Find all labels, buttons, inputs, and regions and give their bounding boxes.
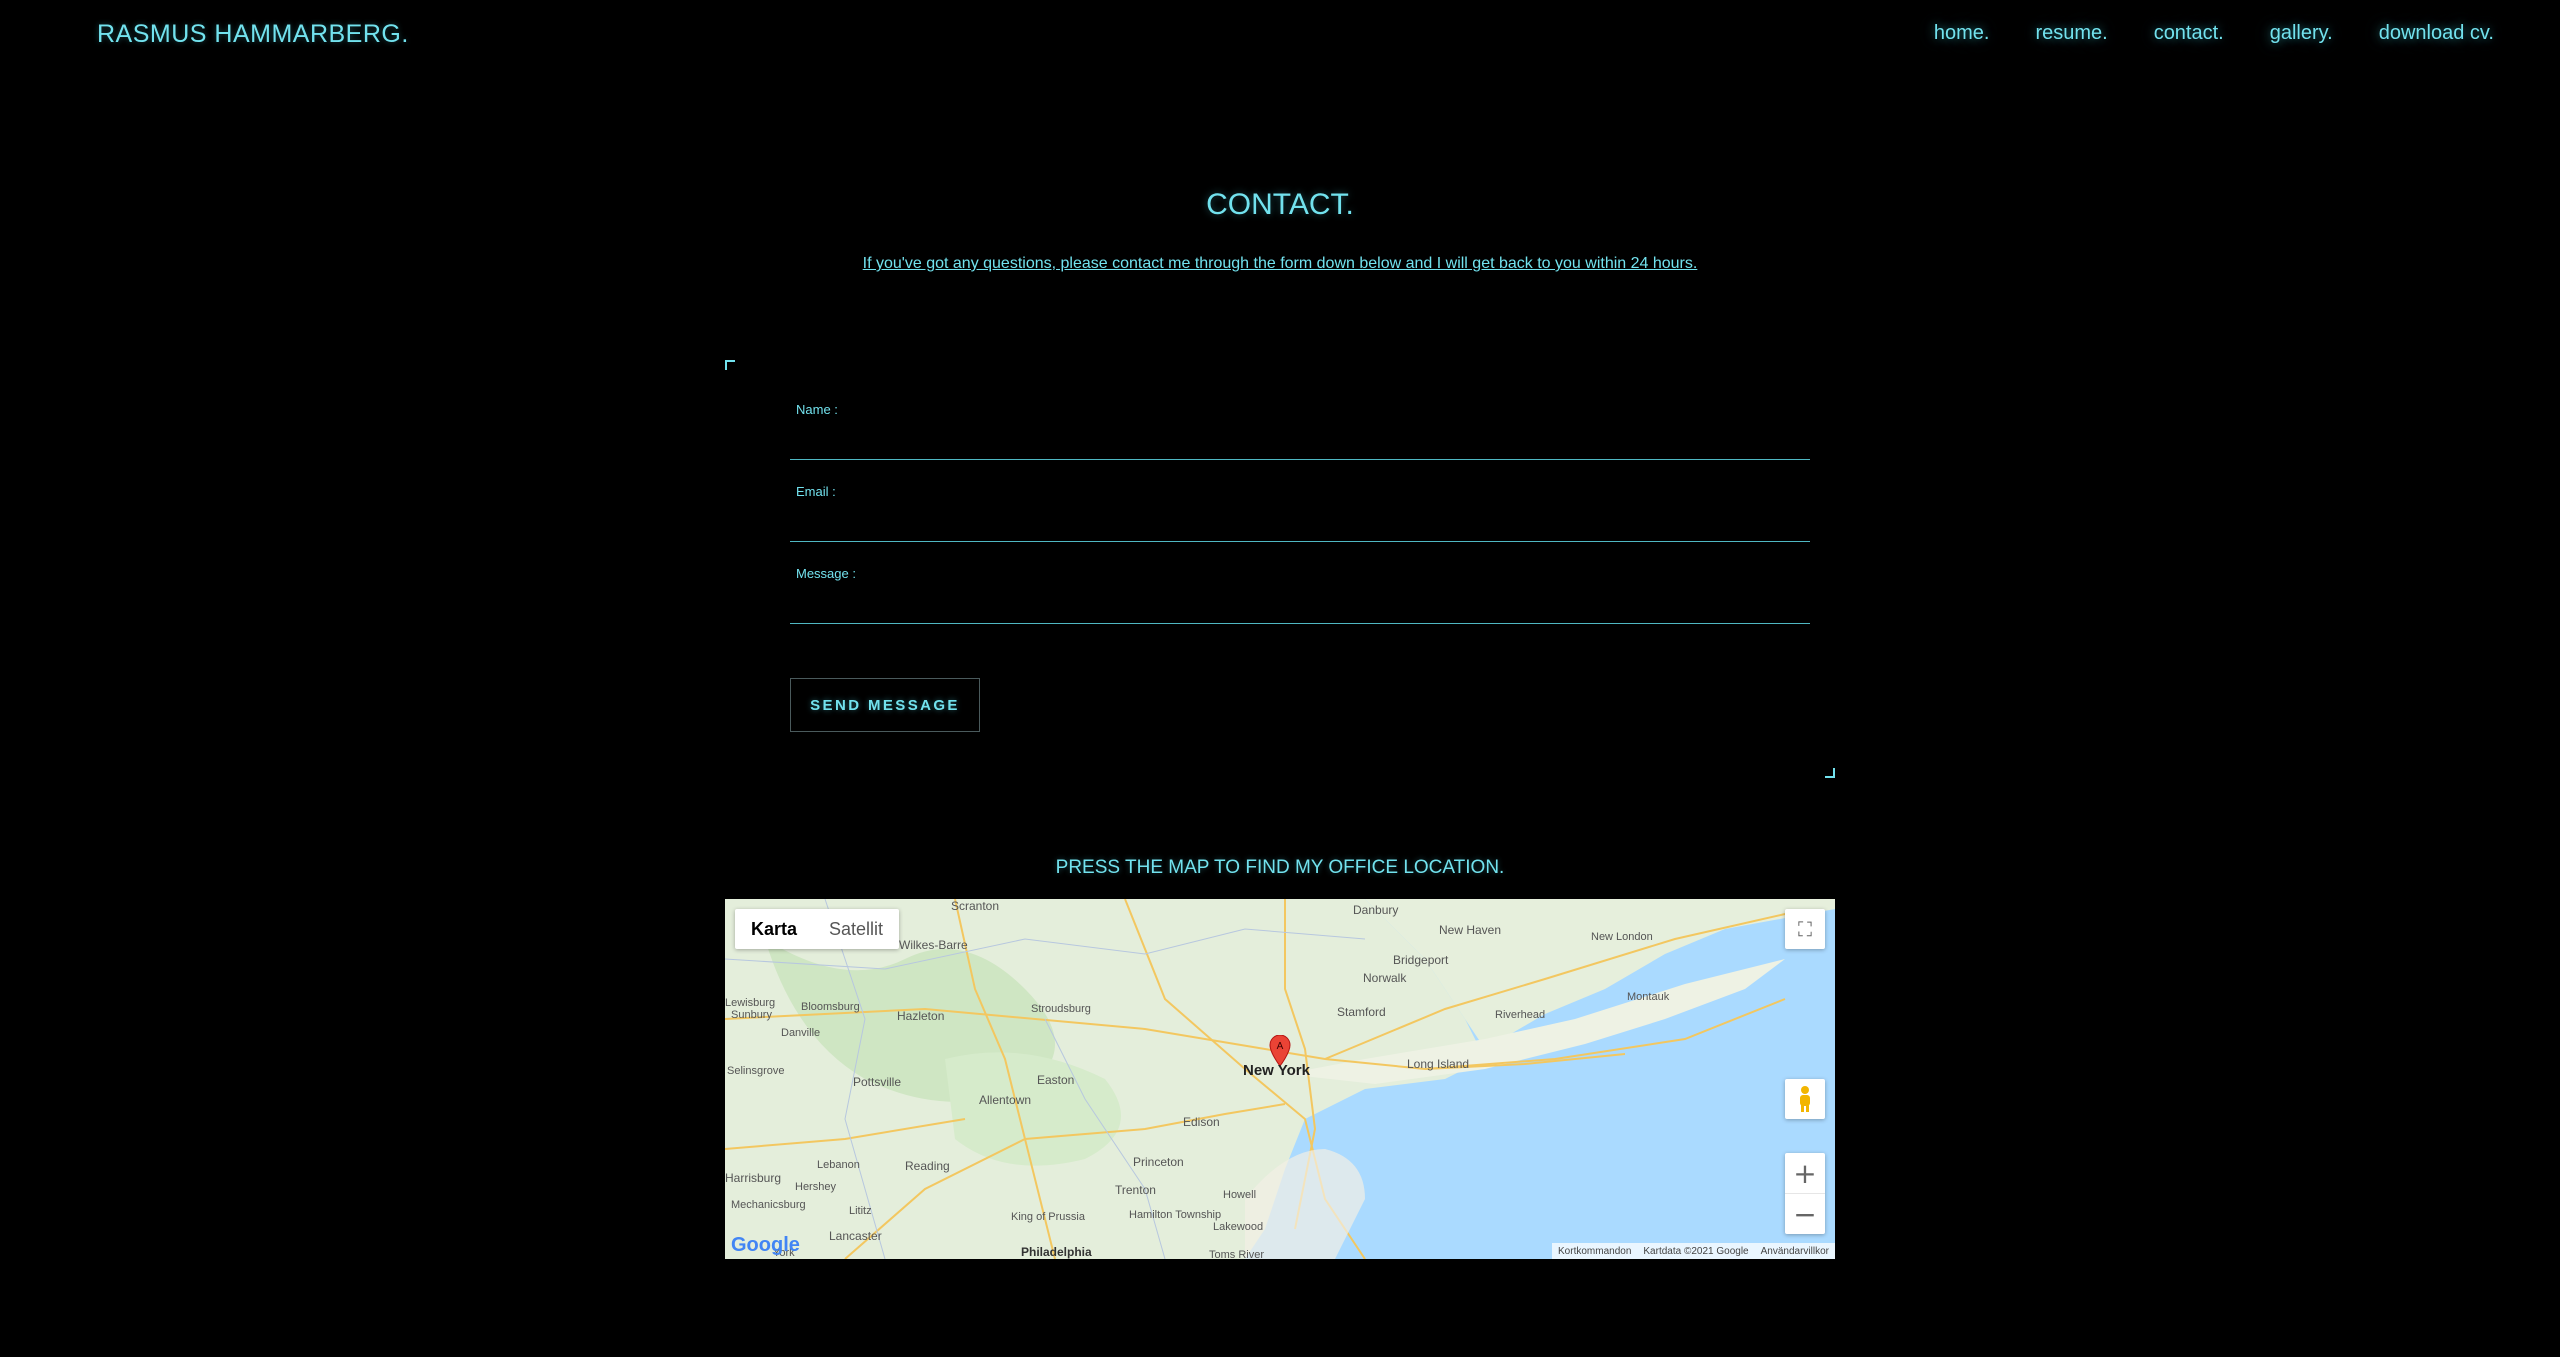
nav-link-download-cv[interactable]: download cv. — [2379, 22, 2494, 45]
map-city-wilkes-barre: Wilkes-Barre — [899, 938, 968, 952]
contact-form: Name : Email : Message : SEND MESSAGE — [725, 360, 1835, 778]
map-city-easton: Easton — [1037, 1073, 1075, 1087]
map-city-stamford: Stamford — [1337, 1005, 1386, 1019]
map-city-philadelphia: Philadelphia — [1021, 1245, 1092, 1259]
frame-corner-top-left — [725, 360, 735, 370]
nav-link-home[interactable]: home. — [1934, 22, 1990, 45]
google-logo: Google — [731, 1234, 800, 1256]
map-city-mechanicsburg: Mechanicsburg — [731, 1199, 806, 1211]
map-city-danbury: Danbury — [1353, 903, 1399, 917]
top-navigation: RASMUS HAMMARBERG. home. resume. contact… — [0, 0, 2560, 72]
name-input[interactable] — [790, 426, 1810, 460]
map-city-lakewood: Lakewood — [1213, 1221, 1264, 1233]
map-city-howell: Howell — [1223, 1189, 1257, 1201]
send-message-button[interactable]: SEND MESSAGE — [790, 678, 980, 732]
name-field-group: Name : — [790, 402, 1810, 460]
map-city-sunbury: Sunbury — [731, 1009, 772, 1021]
message-label: Message : — [796, 566, 856, 581]
map-city-scranton: Scranton — [951, 899, 1000, 913]
map-city-long-island: Long Island — [1407, 1057, 1470, 1071]
google-map[interactable]: Karta Satellit ⛶ + − A New York Scranton… — [725, 899, 1835, 1259]
map-city-stroudsburg: Stroudsburg — [1031, 1003, 1091, 1015]
map-city-hamilton-township: Hamilton Township — [1129, 1209, 1222, 1221]
map-city-king-of-prussia: King of Prussia — [1011, 1211, 1085, 1223]
message-input[interactable] — [790, 590, 1810, 624]
map-heading: PRESS THE MAP TO FIND MY OFFICE LOCATION… — [1055, 857, 1505, 878]
map-city-montauk: Montauk — [1627, 991, 1670, 1003]
map-city-new-haven: New Haven — [1439, 923, 1502, 937]
map-city-norwalk: Norwalk — [1363, 971, 1407, 985]
map-type-control: Karta Satellit — [735, 909, 900, 949]
nav-links: home. resume. contact. gallery. download… — [1888, 22, 2494, 45]
map-city-princeton: Princeton — [1133, 1155, 1184, 1169]
marker-letter: A — [1277, 1041, 1284, 1052]
nav-link-resume[interactable]: resume. — [2035, 22, 2107, 45]
map-city-harrisburg: Harrisburg — [725, 1171, 782, 1185]
zoom-out-button[interactable]: − — [1785, 1194, 1825, 1234]
fullscreen-icon: ⛶ — [1798, 917, 1812, 941]
map-city-hershey: Hershey — [795, 1181, 836, 1193]
pegman-icon — [1800, 1086, 1810, 1112]
map-city-danville: Danville — [781, 1027, 821, 1039]
map-city-reading: Reading — [905, 1159, 950, 1173]
site-brand[interactable]: RASMUS HAMMARBERG. — [97, 20, 409, 49]
plus-icon: + — [1793, 1156, 1817, 1190]
map-city-hazleton: Hazleton — [897, 1009, 945, 1023]
map-city-new-london: New London — [1591, 931, 1653, 943]
map-city-lewisburg: Lewisburg — [725, 997, 776, 1009]
map-city-lititz: Lititz — [849, 1205, 872, 1217]
map-city-bridgeport: Bridgeport — [1393, 953, 1449, 967]
map-city-bloomsburg: Bloomsburg — [801, 1001, 860, 1013]
email-field-group: Email : — [790, 484, 1810, 542]
map-city-pottsville: Pottsville — [853, 1075, 902, 1089]
map-city-edison: Edison — [1183, 1115, 1220, 1129]
page-subtitle: If you've got any questions, please cont… — [862, 255, 1698, 272]
map-city-lancaster: Lancaster — [829, 1229, 882, 1243]
map-city-trenton: Trenton — [1115, 1183, 1156, 1197]
message-field-group: Message : — [790, 566, 1810, 624]
zoom-controls: + − — [1785, 1153, 1825, 1234]
map-city-riverhead: Riverhead — [1495, 1009, 1546, 1021]
keyboard-shortcuts-link[interactable]: Kortkommandon — [1552, 1246, 1637, 1257]
map-city-toms-river: Toms River — [1209, 1249, 1265, 1259]
name-label: Name : — [796, 402, 838, 417]
map-attribution: Kortkommandon Kartdata ©2021 Google Anvä… — [1552, 1243, 1835, 1259]
map-city-allentown: Allentown — [979, 1093, 1032, 1107]
map-city-new-york: New York — [1243, 1062, 1310, 1079]
map-city-selinsgrove: Selinsgrove — [727, 1065, 785, 1077]
terms-of-use-link[interactable]: Användarvillkor — [1755, 1246, 1835, 1257]
zoom-in-button[interactable]: + — [1785, 1153, 1825, 1194]
nav-link-contact[interactable]: contact. — [2154, 22, 2224, 45]
map-type-satellite-button[interactable]: Satellit — [813, 909, 899, 949]
fullscreen-button[interactable]: ⛶ — [1785, 909, 1825, 949]
map-data-credit: Kartdata ©2021 Google — [1643, 1245, 1749, 1257]
page-title: CONTACT. — [1206, 188, 1354, 221]
street-view-button[interactable] — [1785, 1079, 1825, 1119]
map-type-karta-button[interactable]: Karta — [735, 909, 813, 949]
nav-link-gallery[interactable]: gallery. — [2270, 22, 2333, 45]
email-input[interactable] — [790, 508, 1810, 542]
map-city-lebanon: Lebanon — [817, 1159, 860, 1171]
email-label: Email : — [796, 484, 836, 499]
minus-icon: − — [1793, 1197, 1817, 1231]
frame-corner-bottom-right — [1825, 768, 1835, 778]
